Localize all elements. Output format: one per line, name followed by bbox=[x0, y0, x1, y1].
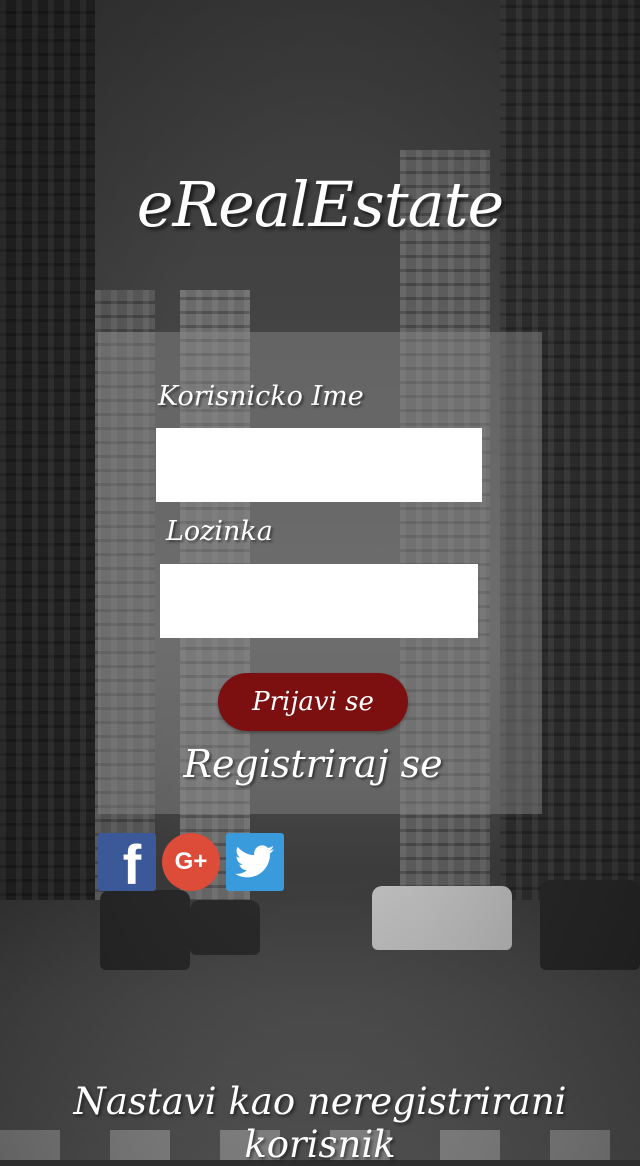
app-logo: eRealEstate bbox=[136, 168, 504, 241]
continue-as-guest-link[interactable]: Nastavi kao neregistrirani korisnik bbox=[0, 1080, 640, 1166]
facebook-icon: f bbox=[122, 833, 142, 891]
username-label: Korisnicko Ime bbox=[158, 381, 364, 412]
facebook-login-button[interactable]: f bbox=[98, 833, 156, 891]
google-plus-icon: G+ bbox=[174, 848, 208, 875]
username-input[interactable] bbox=[156, 428, 482, 502]
password-input[interactable] bbox=[160, 564, 478, 638]
password-label: Lozinka bbox=[166, 516, 273, 547]
twitter-login-button[interactable] bbox=[226, 833, 284, 891]
twitter-icon bbox=[235, 845, 275, 878]
register-link[interactable]: Registriraj se bbox=[98, 742, 528, 786]
google-plus-login-button[interactable]: G+ bbox=[162, 833, 220, 891]
login-button[interactable]: Prijavi se bbox=[218, 673, 408, 731]
